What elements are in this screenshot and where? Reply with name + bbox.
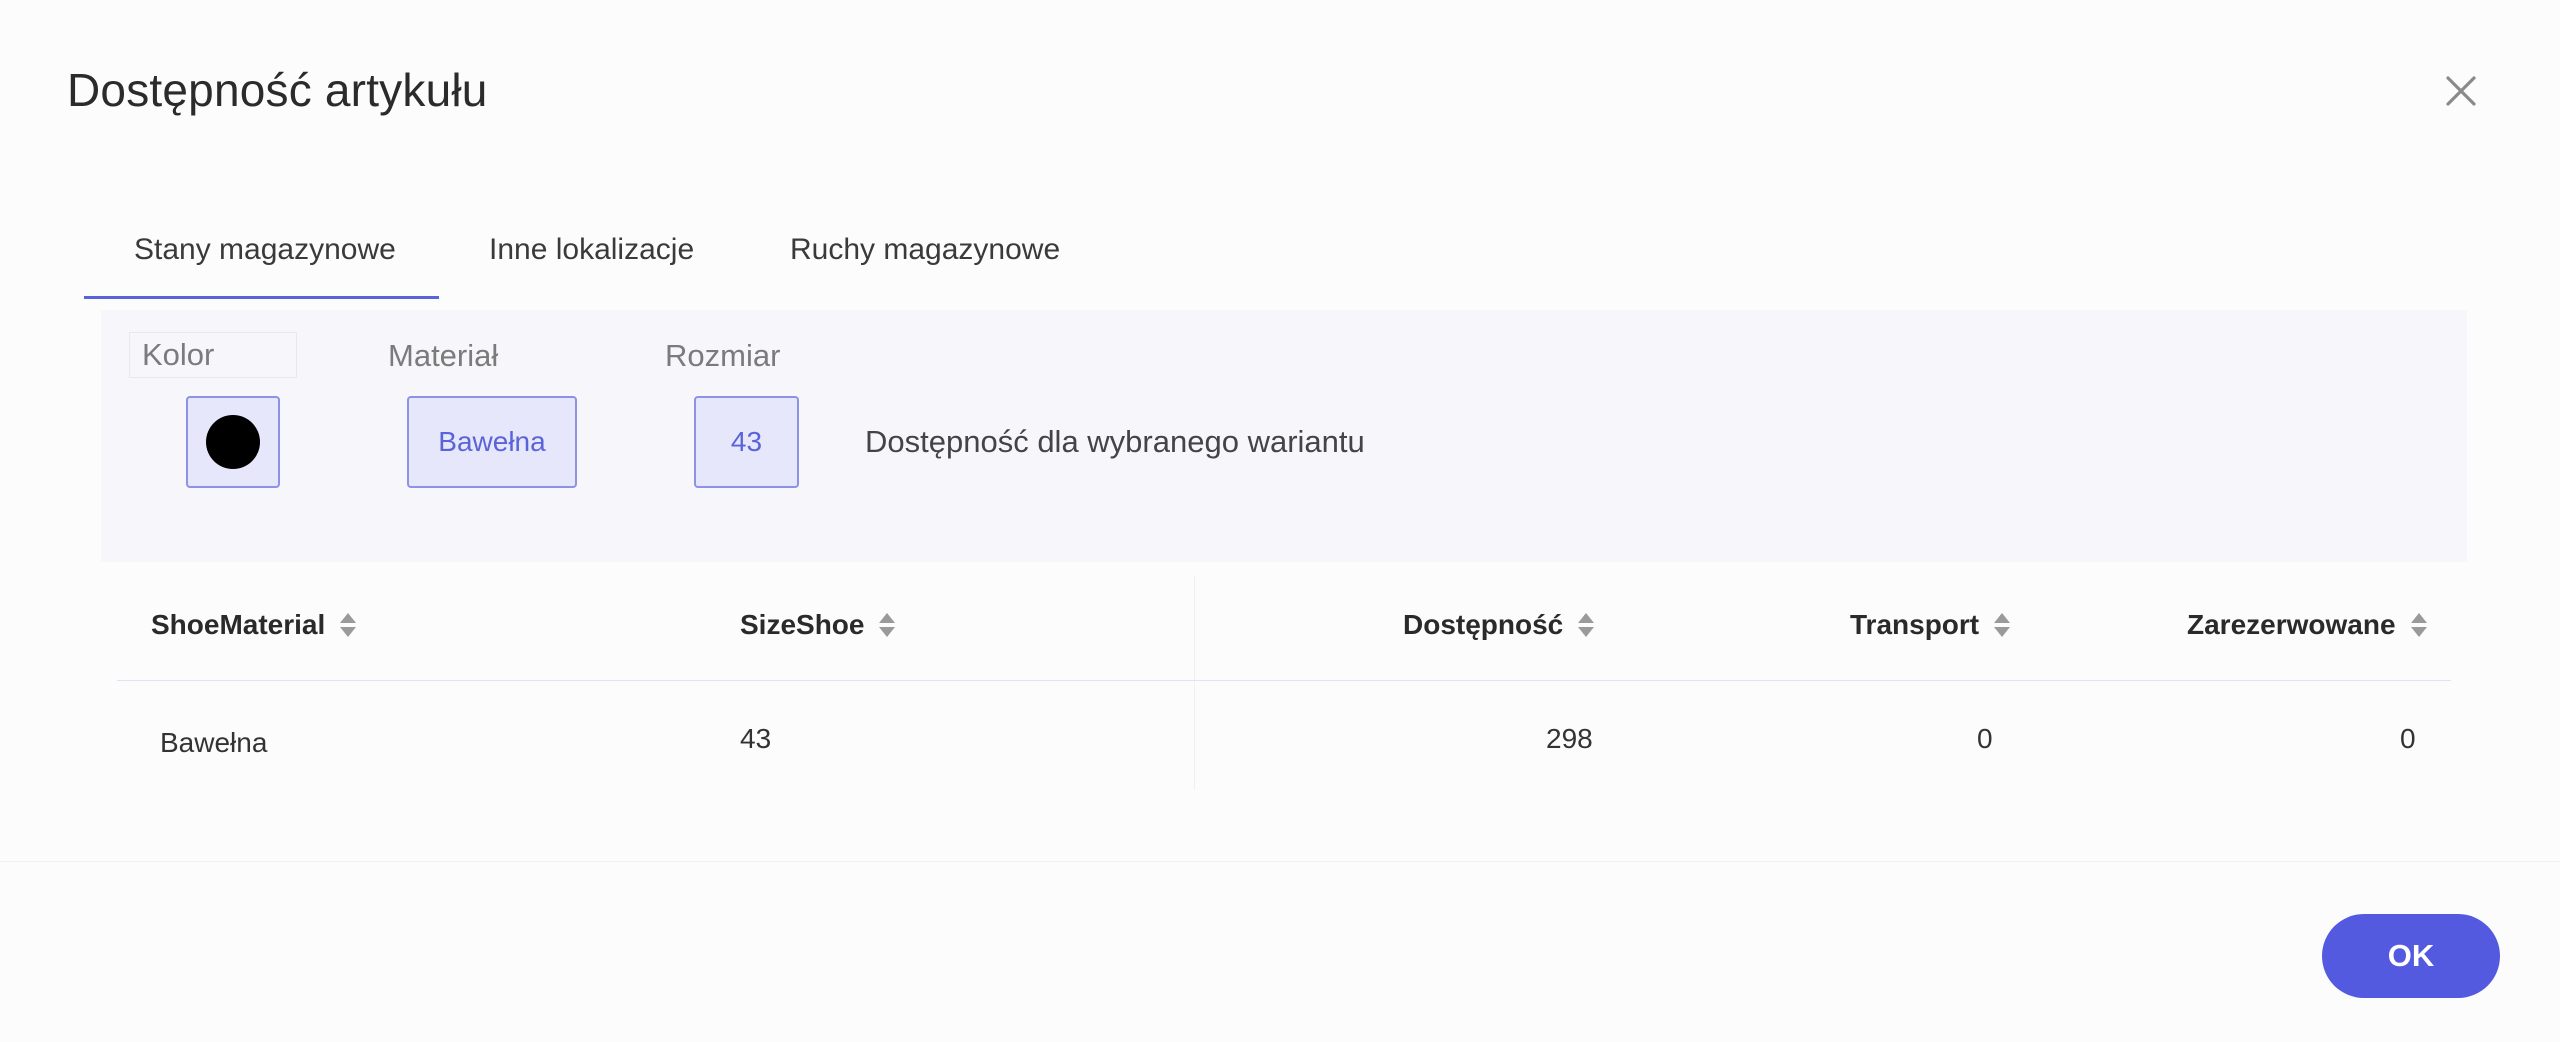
footer-divider (0, 861, 2560, 862)
close-button[interactable] (2440, 70, 2482, 112)
color-option[interactable] (186, 396, 280, 488)
close-icon (2446, 76, 2476, 106)
material-option-value: Bawełna (438, 426, 546, 457)
availability-table: ShoeMaterial SizeShoe Dostępność Transpo… (117, 575, 2451, 790)
material-label: Materiał (388, 338, 499, 373)
column-header-shoematerial[interactable]: ShoeMaterial (151, 605, 357, 645)
cell-dostepnosc: 298 (1546, 723, 1593, 754)
column-header-sizeshoe[interactable]: SizeShoe (740, 605, 896, 645)
sort-icon (1993, 613, 2011, 637)
color-label: Kolor (129, 332, 297, 378)
material-option[interactable]: Bawełna (407, 396, 577, 488)
variant-panel: Kolor Materiał Rozmiar Bawełna 43 Dostęp… (101, 310, 2467, 562)
sort-icon (339, 613, 357, 637)
tab-stany-magazynowe[interactable]: Stany magazynowe (84, 215, 439, 299)
dialog-title: Dostępność artykułu (67, 64, 488, 116)
sort-icon (878, 613, 896, 637)
column-header-label: ShoeMaterial (151, 609, 326, 640)
column-header-label: Zarezerwowane (2187, 609, 2396, 640)
cell-shoematerial: Bawełna (160, 727, 268, 758)
tab-ruchy-magazynowe[interactable]: Ruchy magazynowe (790, 215, 1110, 299)
sort-icon (1577, 613, 1595, 637)
column-header-zarezerwowane[interactable]: Zarezerwowane (2187, 605, 2428, 645)
column-header-dostepnosc[interactable]: Dostępność (1403, 605, 1595, 645)
ok-button[interactable]: OK (2322, 914, 2500, 998)
cell-sizeshoe: 43 (740, 723, 772, 754)
tab-inne-lokalizacje[interactable]: Inne lokalizacje (489, 215, 769, 299)
cell-zarezerwowane: 0 (2400, 723, 2416, 754)
column-header-label: SizeShoe (740, 609, 865, 640)
color-swatch (206, 415, 260, 469)
variant-availability-note: Dostępność dla wybranego wariantu (865, 424, 1365, 459)
column-header-transport[interactable]: Transport (1850, 605, 2011, 645)
tab-bar: Stany magazynowe Inne lokalizacje Ruchy … (84, 215, 1084, 299)
sort-icon (2410, 613, 2428, 637)
table-row: Bawełna 43 298 0 0 (117, 681, 2451, 786)
column-header-label: Dostępność (1403, 609, 1564, 640)
size-option[interactable]: 43 (694, 396, 799, 488)
cell-transport: 0 (1977, 723, 1993, 754)
column-header-label: Transport (1850, 609, 1980, 640)
availability-dialog: Dostępność artykułu Stany magazynowe Inn… (0, 0, 2560, 1042)
size-label: Rozmiar (665, 338, 781, 373)
size-option-value: 43 (730, 426, 763, 457)
table-header: ShoeMaterial SizeShoe Dostępność Transpo… (117, 575, 2451, 681)
